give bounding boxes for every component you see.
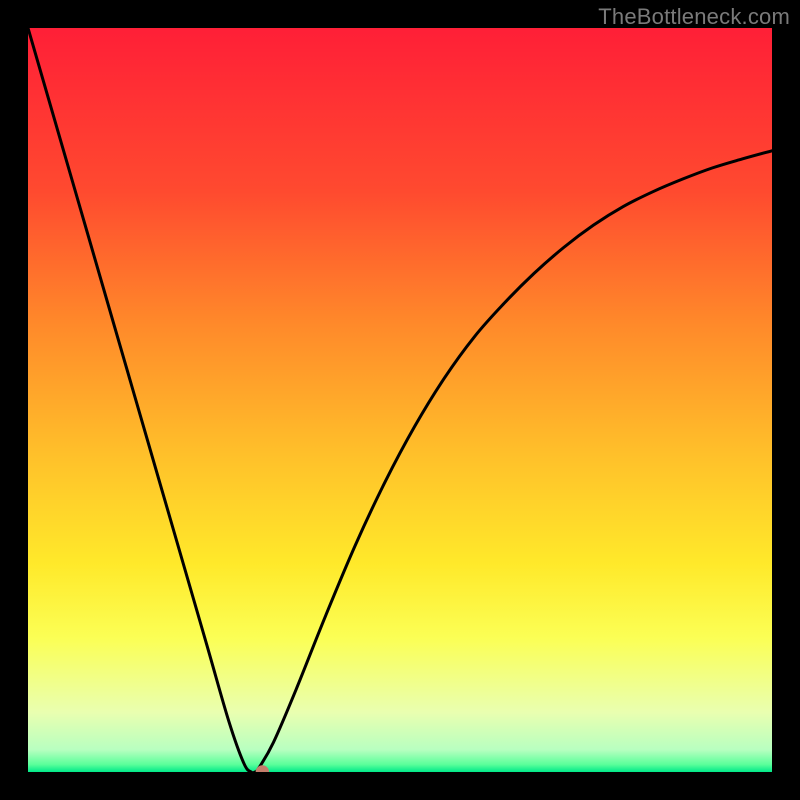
chart-container: TheBottleneck.com: [0, 0, 800, 800]
bottleneck-chart: [28, 28, 772, 772]
attribution-watermark: TheBottleneck.com: [598, 4, 790, 30]
plot-area: [28, 28, 772, 772]
gradient-background: [28, 28, 772, 772]
